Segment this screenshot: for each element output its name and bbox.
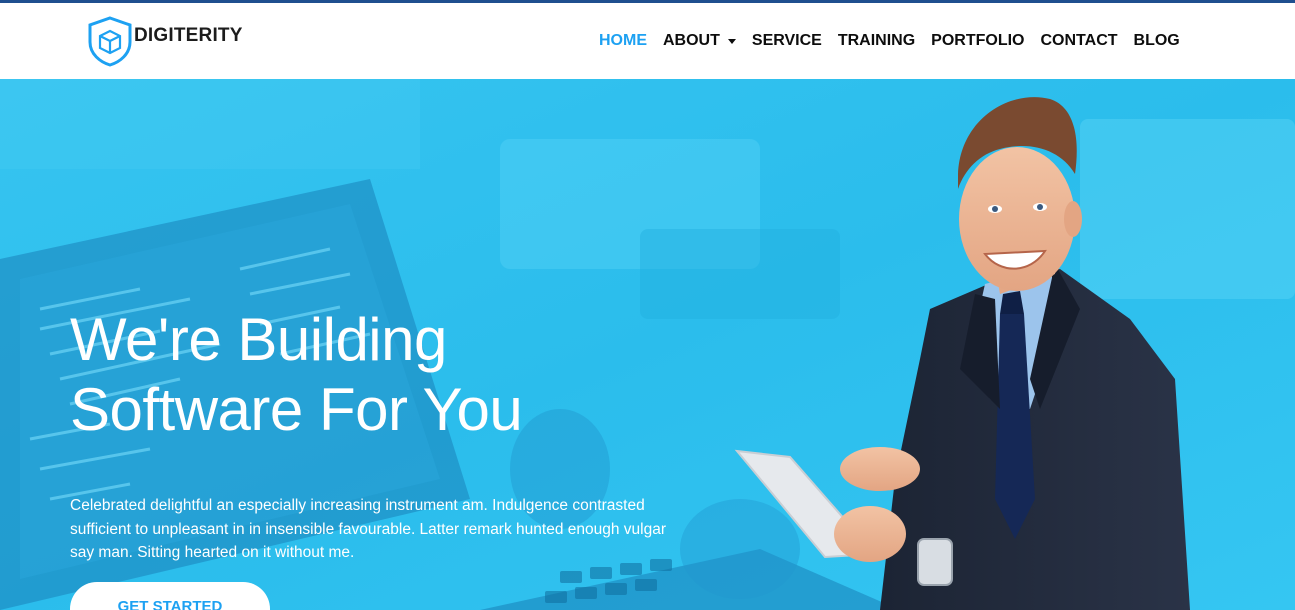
hero-description: Celebrated delightful an especially incr… (70, 497, 666, 561)
nav-item-blog[interactable]: BLOG (1134, 32, 1180, 50)
nav-item-label: HOME (599, 32, 647, 49)
chevron-down-icon (727, 38, 736, 44)
main-nav: HOME ABOUT SERVICE TRAINING PORTFOLIO CO… (599, 32, 1196, 50)
nav-item-training[interactable]: TRAINING (838, 32, 915, 50)
nav-item-about[interactable]: ABOUT (663, 32, 736, 50)
nav-item-label: ABOUT (663, 32, 720, 49)
nav-item-label: CONTACT (1040, 32, 1118, 49)
nav-item-label: SERVICE (751, 32, 822, 49)
nav-item-label: PORTFOLIO (931, 32, 1025, 49)
hero-headline-line-1: We're Building (70, 306, 447, 373)
nav-item-label: BLOG (1133, 32, 1180, 49)
shield-cube-logo-icon (88, 16, 132, 67)
hero-headline-line-2: Software For You (70, 376, 523, 443)
get-started-button[interactable]: GET STARTED (70, 582, 270, 610)
logo[interactable]: DIGITERITY (84, 15, 243, 67)
nav-item-label: TRAINING (837, 32, 916, 49)
nav-item-service[interactable]: SERVICE (752, 32, 822, 50)
nav-item-portfolio[interactable]: PORTFOLIO (931, 32, 1024, 50)
brand-name: DIGITERITY (134, 25, 243, 46)
hero-headline: We're Building Software For You (70, 305, 523, 445)
nav-item-home[interactable]: HOME (599, 32, 647, 50)
hero-section: We're Building Software For You Celebrat… (0, 79, 1295, 610)
navbar: DIGITERITY HOME ABOUT SERVICE TRAINING P… (0, 3, 1295, 79)
nav-item-contact[interactable]: CONTACT (1041, 32, 1118, 50)
